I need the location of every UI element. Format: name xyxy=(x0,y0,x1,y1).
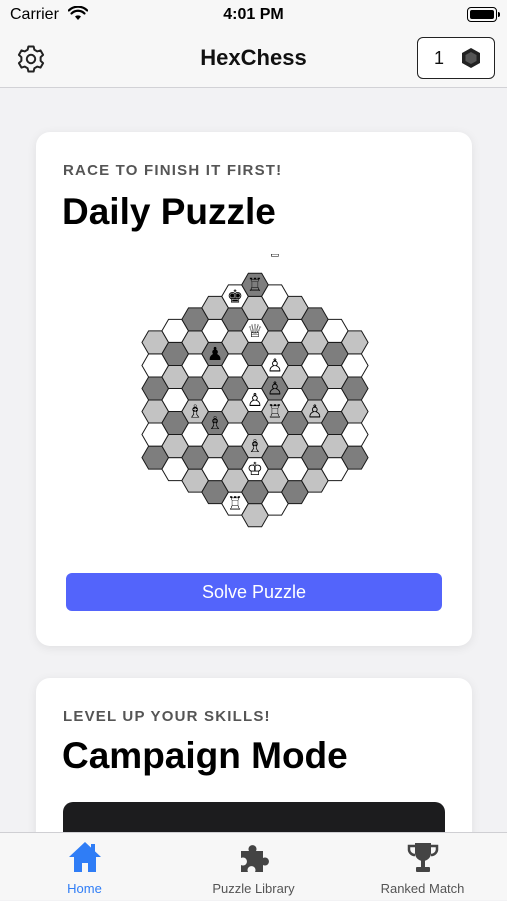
tab-home[interactable]: Home xyxy=(0,833,169,901)
white-rook-piece[interactable]: ♖ xyxy=(267,402,283,423)
campaign-mode-card: LEVEL UP YOUR SKILLS! Campaign Mode xyxy=(36,678,472,832)
hex-chess-board: ♕♖♚♟♕♗♗♙♙♙♖♙♗♔♖ xyxy=(141,254,369,528)
white-king-piece[interactable]: ♔ xyxy=(247,459,263,480)
white-pawn-piece[interactable]: ♙ xyxy=(247,390,263,411)
clock: 4:01 PM xyxy=(223,6,284,23)
white-queen-piece[interactable]: ♕ xyxy=(247,321,263,342)
gem-counter-button[interactable]: 1 xyxy=(417,37,495,79)
puzzle-icon xyxy=(241,845,269,872)
home-icon xyxy=(69,842,101,872)
daily-puzzle-title: Daily Puzzle xyxy=(62,191,276,232)
campaign-title: Campaign Mode xyxy=(62,735,348,776)
campaign-preview-panel[interactable] xyxy=(63,802,445,832)
daily-puzzle-eyebrow: RACE TO FINISH IT FIRST! xyxy=(63,162,283,179)
battery-icon xyxy=(467,7,500,22)
white-rook-piece[interactable]: ♖ xyxy=(227,494,243,515)
trophy-icon xyxy=(407,843,439,872)
tab-puzzle-library[interactable]: Puzzle Library xyxy=(169,833,338,901)
tab-puzzle-library-label: Puzzle Library xyxy=(212,881,295,896)
white-bishop-piece[interactable]: ♗ xyxy=(207,413,223,434)
white-pawn-piece[interactable]: ♙ xyxy=(267,378,283,399)
white-bishop-piece[interactable]: ♗ xyxy=(187,402,203,423)
black-king-piece[interactable]: ♚ xyxy=(227,286,243,307)
black-pawn-piece[interactable]: ♟ xyxy=(207,344,223,365)
gem-count: 1 xyxy=(434,48,445,68)
tab-ranked-match-label: Ranked Match xyxy=(380,881,465,896)
white-pawn-piece[interactable]: ♙ xyxy=(307,402,323,423)
solve-puzzle-button[interactable]: Solve Puzzle xyxy=(66,573,442,611)
status-bar: Carrier 4:01 PM xyxy=(0,0,507,30)
tab-ranked-match[interactable]: Ranked Match xyxy=(338,833,507,901)
tab-bar: Home Puzzle Library Ranked Match xyxy=(0,832,507,900)
hexagon-gem-icon xyxy=(462,48,480,68)
daily-puzzle-card: RACE TO FINISH IT FIRST! Daily Puzzle ♕ ♖… xyxy=(36,132,472,646)
white-pawn-piece[interactable]: ♙ xyxy=(267,355,283,376)
campaign-eyebrow: LEVEL UP YOUR SKILLS! xyxy=(63,708,271,725)
white-bishop-piece[interactable]: ♗ xyxy=(247,436,263,457)
navigation-bar: HexChess 1 xyxy=(0,30,507,88)
tab-home-label: Home xyxy=(67,881,102,896)
white-rook-piece[interactable]: ♖ xyxy=(247,275,263,296)
white-queen-piece[interactable]: ♕ xyxy=(267,254,283,261)
home-content[interactable]: RACE TO FINISH IT FIRST! Daily Puzzle ♕ ♖… xyxy=(0,88,507,832)
